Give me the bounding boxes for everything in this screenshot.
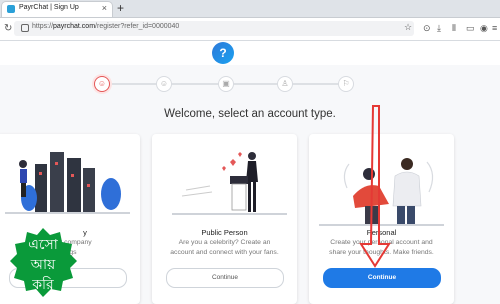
continue-button[interactable]: Continue — [323, 268, 441, 288]
public-person-card[interactable]: Public Person Are you a celebrity? Creat… — [152, 134, 297, 304]
page-title: Welcome, select an account type. — [164, 108, 336, 120]
bookmark-star-icon[interactable]: ☆ — [404, 22, 412, 33]
browser-toolbar: ↻ https://payrchat.com/register?refer_id… — [0, 18, 500, 41]
badge-text-line-3: করি — [31, 276, 54, 293]
close-tab-icon[interactable]: × — [102, 3, 107, 13]
page-header: ? — [0, 41, 500, 65]
new-tab-button[interactable]: + — [117, 1, 124, 15]
download-icon[interactable]: ⤓ — [437, 23, 441, 34]
account-icon[interactable]: ◉ — [480, 23, 488, 34]
tab-title: PayrChat | Sign Up — [19, 4, 79, 11]
menu-icon[interactable]: ≡ — [492, 23, 497, 33]
lock-icon — [21, 24, 29, 32]
step-details: ▣ — [218, 76, 234, 92]
step-profile: ☺ — [156, 76, 172, 92]
annotation-arrow-icon — [359, 105, 391, 268]
step-finish: ⚐ — [338, 76, 354, 92]
public-person-illustration — [172, 152, 287, 215]
url-text: https://payrchat.com/register?refer_id=0… — [32, 23, 180, 30]
continue-button[interactable]: Continue — [166, 268, 284, 288]
payrchat-favicon-icon — [7, 5, 15, 13]
watermark-badge-logo: এসো আয় করি — [10, 228, 77, 297]
step-connector — [292, 83, 344, 85]
payrchat-logo[interactable]: ? — [212, 42, 234, 64]
badge-text-line-1: এসো — [28, 237, 59, 253]
card-description: Are you a celebrity? Create an account an… — [170, 239, 279, 256]
card-title: Public Person — [201, 228, 248, 237]
company-illustration — [5, 152, 130, 214]
badge-text-line-2: আয় — [30, 257, 56, 273]
step-security: ♙ — [277, 76, 293, 92]
pocket-icon[interactable]: ⊙ — [423, 23, 431, 34]
step-account-type: ☺ — [94, 76, 110, 92]
address-bar[interactable]: https://payrchat.com/register?refer_id=0… — [14, 21, 414, 36]
reload-icon[interactable]: ↻ — [4, 23, 12, 34]
sidebar-icon[interactable]: ▭ — [466, 23, 475, 34]
library-icon[interactable]: ⦀ — [452, 23, 456, 34]
browser-tab[interactable]: PayrChat | Sign Up × — [2, 2, 112, 17]
browser-tab-bar: PayrChat | Sign Up × + — [0, 0, 500, 18]
